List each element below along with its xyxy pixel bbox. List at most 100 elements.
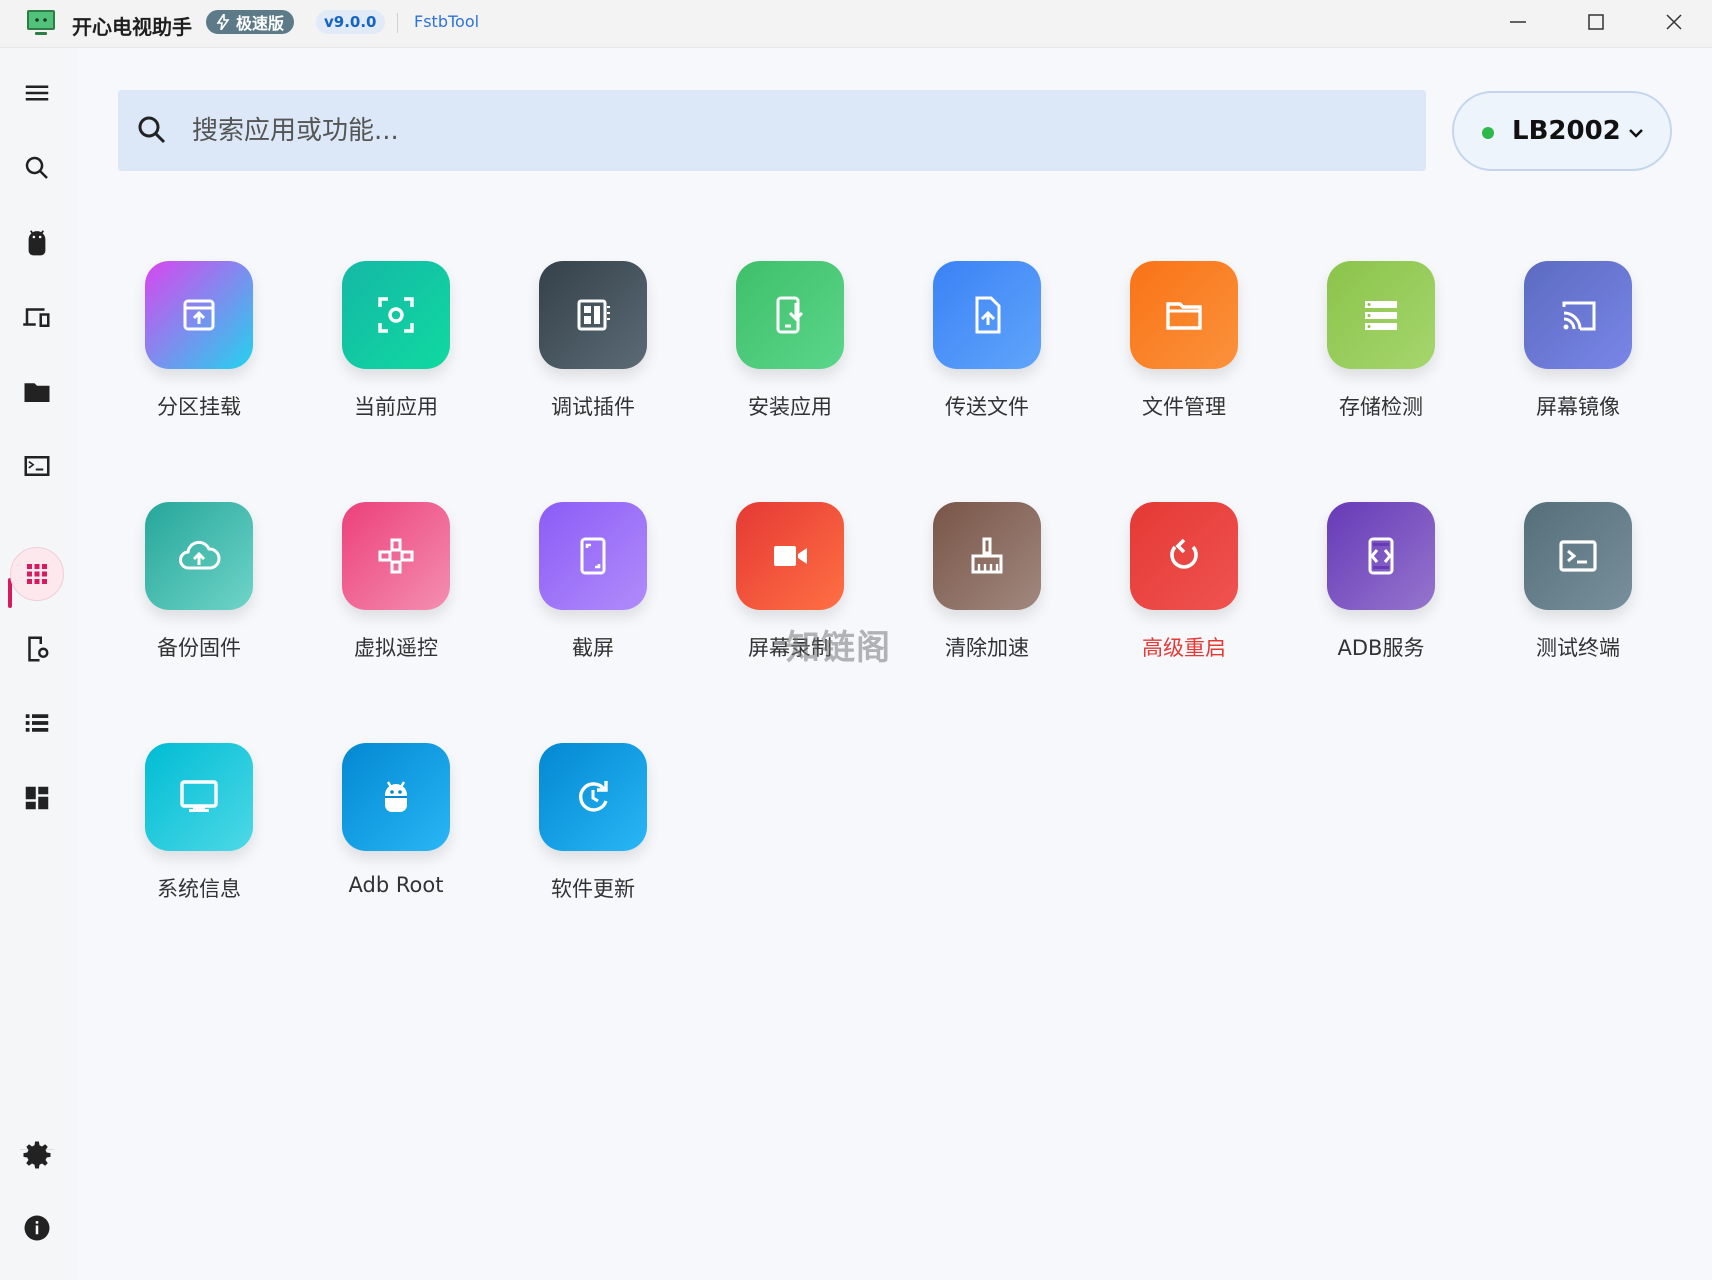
tile-adb-service[interactable]: ADB服务 <box>1301 502 1461 672</box>
tile-backup-firmware[interactable]: 备份固件 <box>119 502 279 672</box>
sidebar-item-search[interactable] <box>10 141 64 195</box>
tile-label: ADB服务 <box>1337 636 1425 660</box>
tile-screenshot[interactable]: 截屏 <box>513 502 673 672</box>
backup-firmware-icon <box>179 540 221 570</box>
maximize-button[interactable] <box>1560 0 1632 44</box>
tile-clean-boost[interactable]: 清除加速 <box>907 502 1067 672</box>
advanced-reboot-icon <box>1170 538 1198 569</box>
tile-icon-tile <box>933 261 1041 369</box>
software-update-icon <box>578 781 608 812</box>
close-button[interactable] <box>1638 0 1710 44</box>
tile-screen-mirror[interactable]: 屏幕镜像 <box>1498 261 1658 431</box>
adb-root-icon <box>385 781 407 812</box>
device-selector[interactable]: LB2002 <box>1452 91 1672 171</box>
tile-icon-tile <box>1130 502 1238 610</box>
tile-partition-mount[interactable]: 分区挂载 <box>119 261 279 431</box>
tile-icon-tile <box>736 502 844 610</box>
sidebar-item-android[interactable] <box>10 215 64 269</box>
tile-icon-tile <box>1524 261 1632 369</box>
tile-install-app[interactable]: 安装应用 <box>710 261 870 431</box>
sidebar-item-device-settings[interactable] <box>10 622 64 676</box>
tile-debug-plugin[interactable]: 调试插件 <box>513 261 673 431</box>
app-logo-icon <box>27 10 55 35</box>
tile-label: 屏幕镜像 <box>1536 395 1620 419</box>
tile-test-terminal[interactable]: 测试终端 <box>1498 502 1658 672</box>
tile-system-info[interactable]: 系统信息 <box>119 743 279 913</box>
edition-badge-label: 极速版 <box>236 14 285 33</box>
tile-advanced-reboot[interactable]: 高级重启 <box>1104 502 1264 672</box>
tile-label: 安装应用 <box>748 395 832 419</box>
search-box[interactable] <box>118 90 1426 171</box>
sidebar-menu-button[interactable] <box>10 66 64 120</box>
device-name: LB2002 <box>1512 116 1621 146</box>
lightning-icon <box>216 14 230 30</box>
system-info-icon <box>180 780 218 812</box>
tile-icon-tile <box>145 743 253 851</box>
search-icon <box>25 156 48 179</box>
folder-icon <box>24 383 50 402</box>
close-icon <box>1666 14 1682 30</box>
title-divider <box>397 13 398 33</box>
tile-label: 存储检测 <box>1339 395 1423 419</box>
tile-label: 备份固件 <box>157 636 241 660</box>
screen-record-icon <box>774 546 807 566</box>
sidebar-item-dashboard[interactable] <box>10 771 64 825</box>
sidebar-item-terminal[interactable] <box>10 439 64 493</box>
android-icon <box>28 230 46 256</box>
tile-icon-tile <box>342 261 450 369</box>
maximize-icon <box>1588 14 1604 30</box>
install-app-icon <box>776 296 804 334</box>
dashboard-icon <box>25 786 49 810</box>
tile-icon-tile <box>1327 261 1435 369</box>
sidebar-item-devices[interactable] <box>10 290 64 344</box>
test-terminal-icon <box>1559 540 1597 572</box>
fstbtool-link[interactable]: FstbTool <box>414 12 479 31</box>
screenshot-icon <box>580 537 606 575</box>
minimize-button[interactable] <box>1482 0 1554 44</box>
tile-label: 系统信息 <box>157 877 241 901</box>
tile-virtual-remote[interactable]: 虚拟遥控 <box>316 502 476 672</box>
connection-status-dot <box>1482 127 1494 139</box>
tile-current-app[interactable]: 当前应用 <box>316 261 476 431</box>
clean-boost-icon <box>971 537 1003 574</box>
tile-software-update[interactable]: 软件更新 <box>513 743 673 913</box>
tile-file-manager[interactable]: 文件管理 <box>1104 261 1264 431</box>
sidebar-item-files[interactable] <box>10 365 64 419</box>
tile-label: 高级重启 <box>1142 636 1226 660</box>
tile-adb-root[interactable]: Adb Root <box>316 743 476 913</box>
apps-grid-icon <box>27 564 47 584</box>
devices-icon <box>23 308 50 327</box>
tile-icon-tile <box>539 502 647 610</box>
tile-icon-tile <box>539 743 647 851</box>
search-input[interactable] <box>192 106 1392 156</box>
file-manager-icon <box>1166 302 1202 330</box>
sidebar-item-about[interactable] <box>10 1201 64 1255</box>
tile-icon-tile <box>539 261 647 369</box>
tile-send-file[interactable]: 传送文件 <box>907 261 1067 431</box>
tile-label: 清除加速 <box>945 636 1029 660</box>
sidebar <box>0 48 78 1280</box>
partition-mount-icon <box>183 299 215 331</box>
current-app-icon <box>378 297 414 333</box>
debug-plugin-icon <box>577 299 610 331</box>
terminal-icon <box>24 456 50 476</box>
virtual-remote-icon <box>378 538 414 574</box>
list-icon <box>25 714 49 732</box>
tile-label: 软件更新 <box>551 877 635 901</box>
tile-storage-check[interactable]: 存储检测 <box>1301 261 1461 431</box>
tile-icon-tile <box>1524 502 1632 610</box>
gear-icon <box>23 1141 51 1169</box>
info-icon <box>24 1215 50 1241</box>
tile-label: 当前应用 <box>354 395 438 419</box>
chevron-down-icon <box>1629 129 1643 138</box>
adb-service-icon <box>1368 537 1394 575</box>
sidebar-item-list[interactable] <box>10 696 64 750</box>
storage-check-icon <box>1365 301 1397 330</box>
tile-icon-tile <box>145 502 253 610</box>
tile-label: 虚拟遥控 <box>354 636 438 660</box>
tile-icon-tile <box>1327 502 1435 610</box>
version-badge: v9.0.0 <box>316 10 385 34</box>
sidebar-item-settings[interactable] <box>10 1127 64 1181</box>
sidebar-item-apps[interactable] <box>10 547 64 601</box>
app-title: 开心电视助手 <box>72 15 192 39</box>
